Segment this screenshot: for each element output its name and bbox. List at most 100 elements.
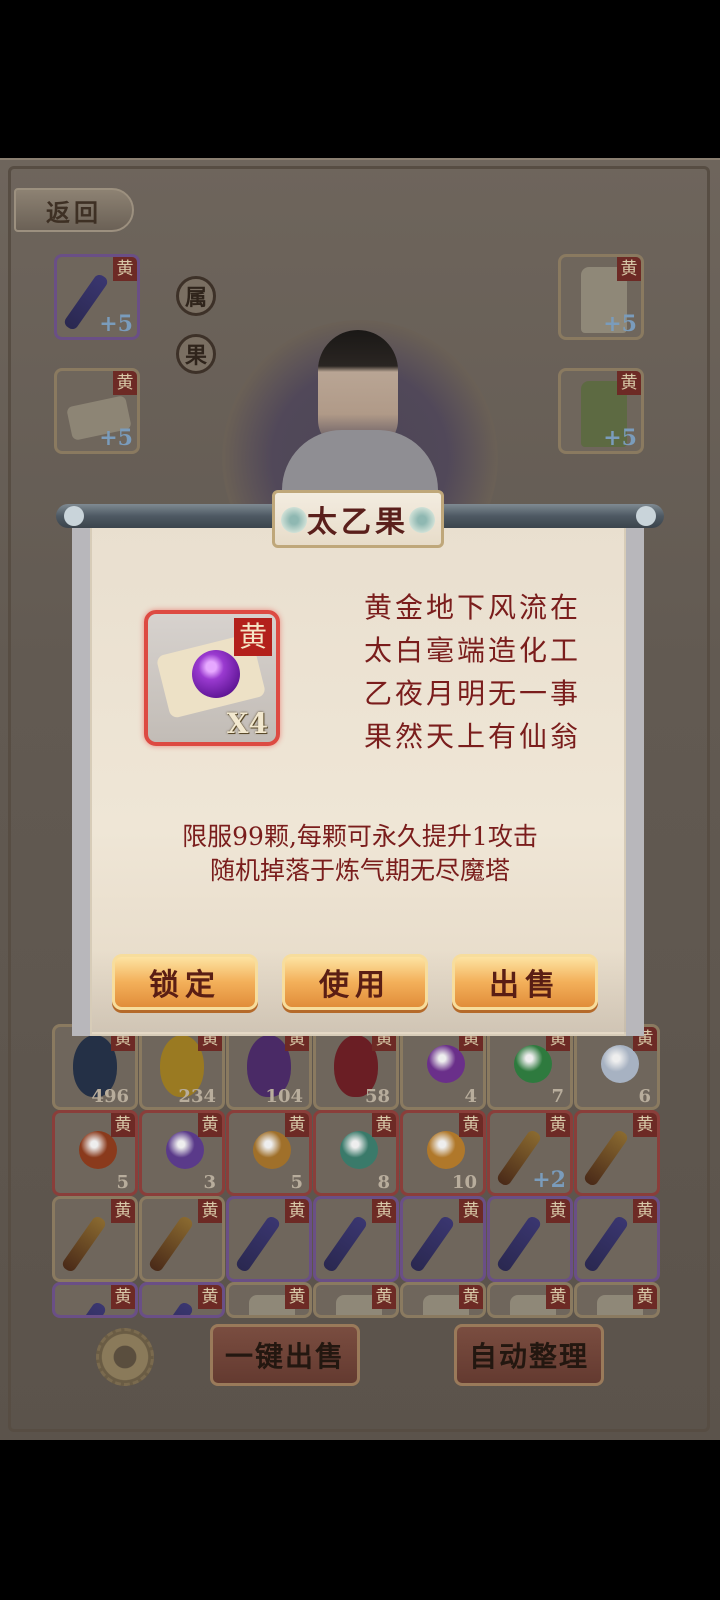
description-line: 限服99颗,每颗可永久提升1攻击 xyxy=(182,822,538,851)
inventory-slot[interactable]: 黄 234 xyxy=(139,1024,225,1110)
inventory-slot[interactable]: 黄4 xyxy=(400,1024,486,1110)
grade-badge: 黄 xyxy=(111,1199,135,1223)
grade-badge: 黄 xyxy=(113,257,137,281)
grade-badge: 黄 xyxy=(285,1285,309,1309)
sword-icon xyxy=(234,1214,282,1274)
lotus-icon xyxy=(279,505,309,535)
grade-badge: 黄 xyxy=(285,1199,309,1223)
poem-line: 果然天上有仙翁 xyxy=(364,720,582,753)
inventory-slot[interactable]: 黄 496 xyxy=(52,1024,138,1110)
gear-icon[interactable] xyxy=(96,1328,154,1386)
item-quantity: X4 xyxy=(226,707,268,740)
inventory-slot[interactable]: 黄 10 xyxy=(400,1110,486,1196)
gold-sword-icon xyxy=(60,1214,108,1274)
inventory-slot[interactable]: 黄 xyxy=(52,1196,138,1282)
equip-slot-armor[interactable]: 黄 +5 xyxy=(558,254,644,340)
grade-badge: 黄 xyxy=(633,1199,657,1223)
enhance-level: +5 xyxy=(603,311,637,337)
description-line: 随机掉落于炼气期无尽魔塔 xyxy=(209,856,510,885)
inventory-slot[interactable]: 黄 xyxy=(226,1282,312,1318)
item-count: 58 xyxy=(364,1086,390,1107)
enhance-level: +5 xyxy=(603,425,637,451)
inventory-slot[interactable]: 黄5 xyxy=(52,1110,138,1196)
item-count: +2 xyxy=(532,1167,566,1193)
inventory-slot[interactable]: 黄 xyxy=(139,1196,225,1282)
grade-badge: 黄 xyxy=(198,1285,222,1309)
item-count: 104 xyxy=(265,1086,303,1107)
inventory-slot[interactable]: 黄 xyxy=(139,1282,225,1318)
item-poem: 黄金地下风流在 太白毫端造化工 乙夜月明无一事 果然天上有仙翁 xyxy=(364,586,594,758)
sword-icon xyxy=(495,1214,543,1274)
grade-badge: 黄 xyxy=(459,1199,483,1223)
grade-badge: 黄 xyxy=(633,1285,657,1309)
item-count: 10 xyxy=(451,1172,477,1193)
grade-badge: 黄 xyxy=(617,257,641,281)
tab-fruits[interactable]: 果 xyxy=(176,334,216,374)
inventory-slot[interactable]: 黄 104 xyxy=(226,1024,312,1110)
grade-badge: 黄 xyxy=(546,1199,570,1223)
inventory-slot[interactable]: 黄 xyxy=(226,1196,312,1282)
tab-attributes[interactable]: 属 xyxy=(176,276,216,316)
inventory-slot[interactable]: 黄 xyxy=(313,1282,399,1318)
equip-slot-accessory[interactable]: 黄 +5 xyxy=(54,368,140,454)
grade-badge: 黄 xyxy=(372,1199,396,1223)
inventory-slot[interactable]: 黄3 xyxy=(139,1110,225,1196)
inventory-slot[interactable]: 黄 xyxy=(574,1282,660,1318)
dialog-title-plaque: 太乙果 xyxy=(272,490,444,548)
grade-badge: 黄 xyxy=(198,1199,222,1223)
inventory-slot[interactable]: 黄 xyxy=(574,1110,660,1196)
inventory-slot[interactable]: 黄8 xyxy=(313,1110,399,1196)
item-description: 限服99颗,每颗可永久提升1攻击 随机掉落于炼气期无尽魔塔 xyxy=(110,820,610,888)
auto-sort-button[interactable]: 自动整理 xyxy=(454,1324,604,1386)
grade-badge: 黄 xyxy=(111,1113,135,1137)
sword-icon xyxy=(147,1300,195,1315)
item-count: 5 xyxy=(116,1172,129,1193)
grade-badge: 黄 xyxy=(546,1113,570,1137)
lotus-icon xyxy=(407,505,437,535)
poem-line: 黄金地下风流在 xyxy=(364,591,582,624)
sell-all-button[interactable]: 一键出售 xyxy=(210,1324,360,1386)
item-count: 8 xyxy=(377,1172,390,1193)
grade-badge: 黄 xyxy=(111,1285,135,1309)
equip-slot-helmet[interactable]: 黄 +5 xyxy=(558,368,644,454)
grade-badge: 黄 xyxy=(372,1113,396,1137)
grade-badge: 黄 xyxy=(459,1113,483,1137)
lock-button[interactable]: 锁定 xyxy=(112,954,258,1010)
inventory-slot[interactable]: 黄 +2 xyxy=(487,1110,573,1196)
poem-line: 太白毫端造化工 xyxy=(364,634,582,667)
grade-badge: 黄 xyxy=(372,1285,396,1309)
item-count: 496 xyxy=(91,1086,129,1107)
use-button[interactable]: 使用 xyxy=(282,954,428,1010)
item-count: 6 xyxy=(638,1086,651,1107)
enhance-level: +5 xyxy=(99,311,133,337)
inventory-slot[interactable]: 黄 58 xyxy=(313,1024,399,1110)
back-button[interactable]: 返回 xyxy=(14,188,134,232)
grade-badge: 黄 xyxy=(113,371,137,395)
item-icon-box: 黄 X4 xyxy=(144,610,280,746)
enhance-level: +5 xyxy=(99,425,133,451)
inventory-slot[interactable]: 黄 xyxy=(487,1282,573,1318)
grade-badge: 黄 xyxy=(285,1113,309,1137)
gold-sword-icon xyxy=(582,1128,630,1188)
dialog-title: 太乙果 xyxy=(307,505,409,540)
inventory-slot[interactable]: 黄 xyxy=(52,1282,138,1318)
inventory-slot[interactable]: 黄5 xyxy=(226,1110,312,1196)
inventory-slot[interactable]: 黄 xyxy=(574,1196,660,1282)
inventory-slot[interactable]: 黄 xyxy=(487,1196,573,1282)
inventory-slot[interactable]: 黄 xyxy=(400,1196,486,1282)
sell-button[interactable]: 出售 xyxy=(452,954,598,1010)
item-count: 3 xyxy=(203,1172,216,1193)
grade-badge: 黄 xyxy=(546,1285,570,1309)
sword-icon xyxy=(408,1214,456,1274)
inventory-slot[interactable]: 黄6 xyxy=(574,1024,660,1110)
rod-knob xyxy=(636,506,656,526)
inventory-slot[interactable]: 黄 xyxy=(313,1196,399,1282)
item-count: 234 xyxy=(178,1086,216,1107)
grade-badge: 黄 xyxy=(198,1113,222,1137)
inventory-slot[interactable]: 黄 xyxy=(400,1282,486,1318)
purple-orb-icon xyxy=(192,650,240,698)
item-count: 4 xyxy=(464,1086,477,1107)
inventory-slot[interactable]: 黄7 xyxy=(487,1024,573,1110)
gold-sword-icon xyxy=(147,1214,195,1274)
equip-slot-weapon[interactable]: 黄 +5 xyxy=(54,254,140,340)
